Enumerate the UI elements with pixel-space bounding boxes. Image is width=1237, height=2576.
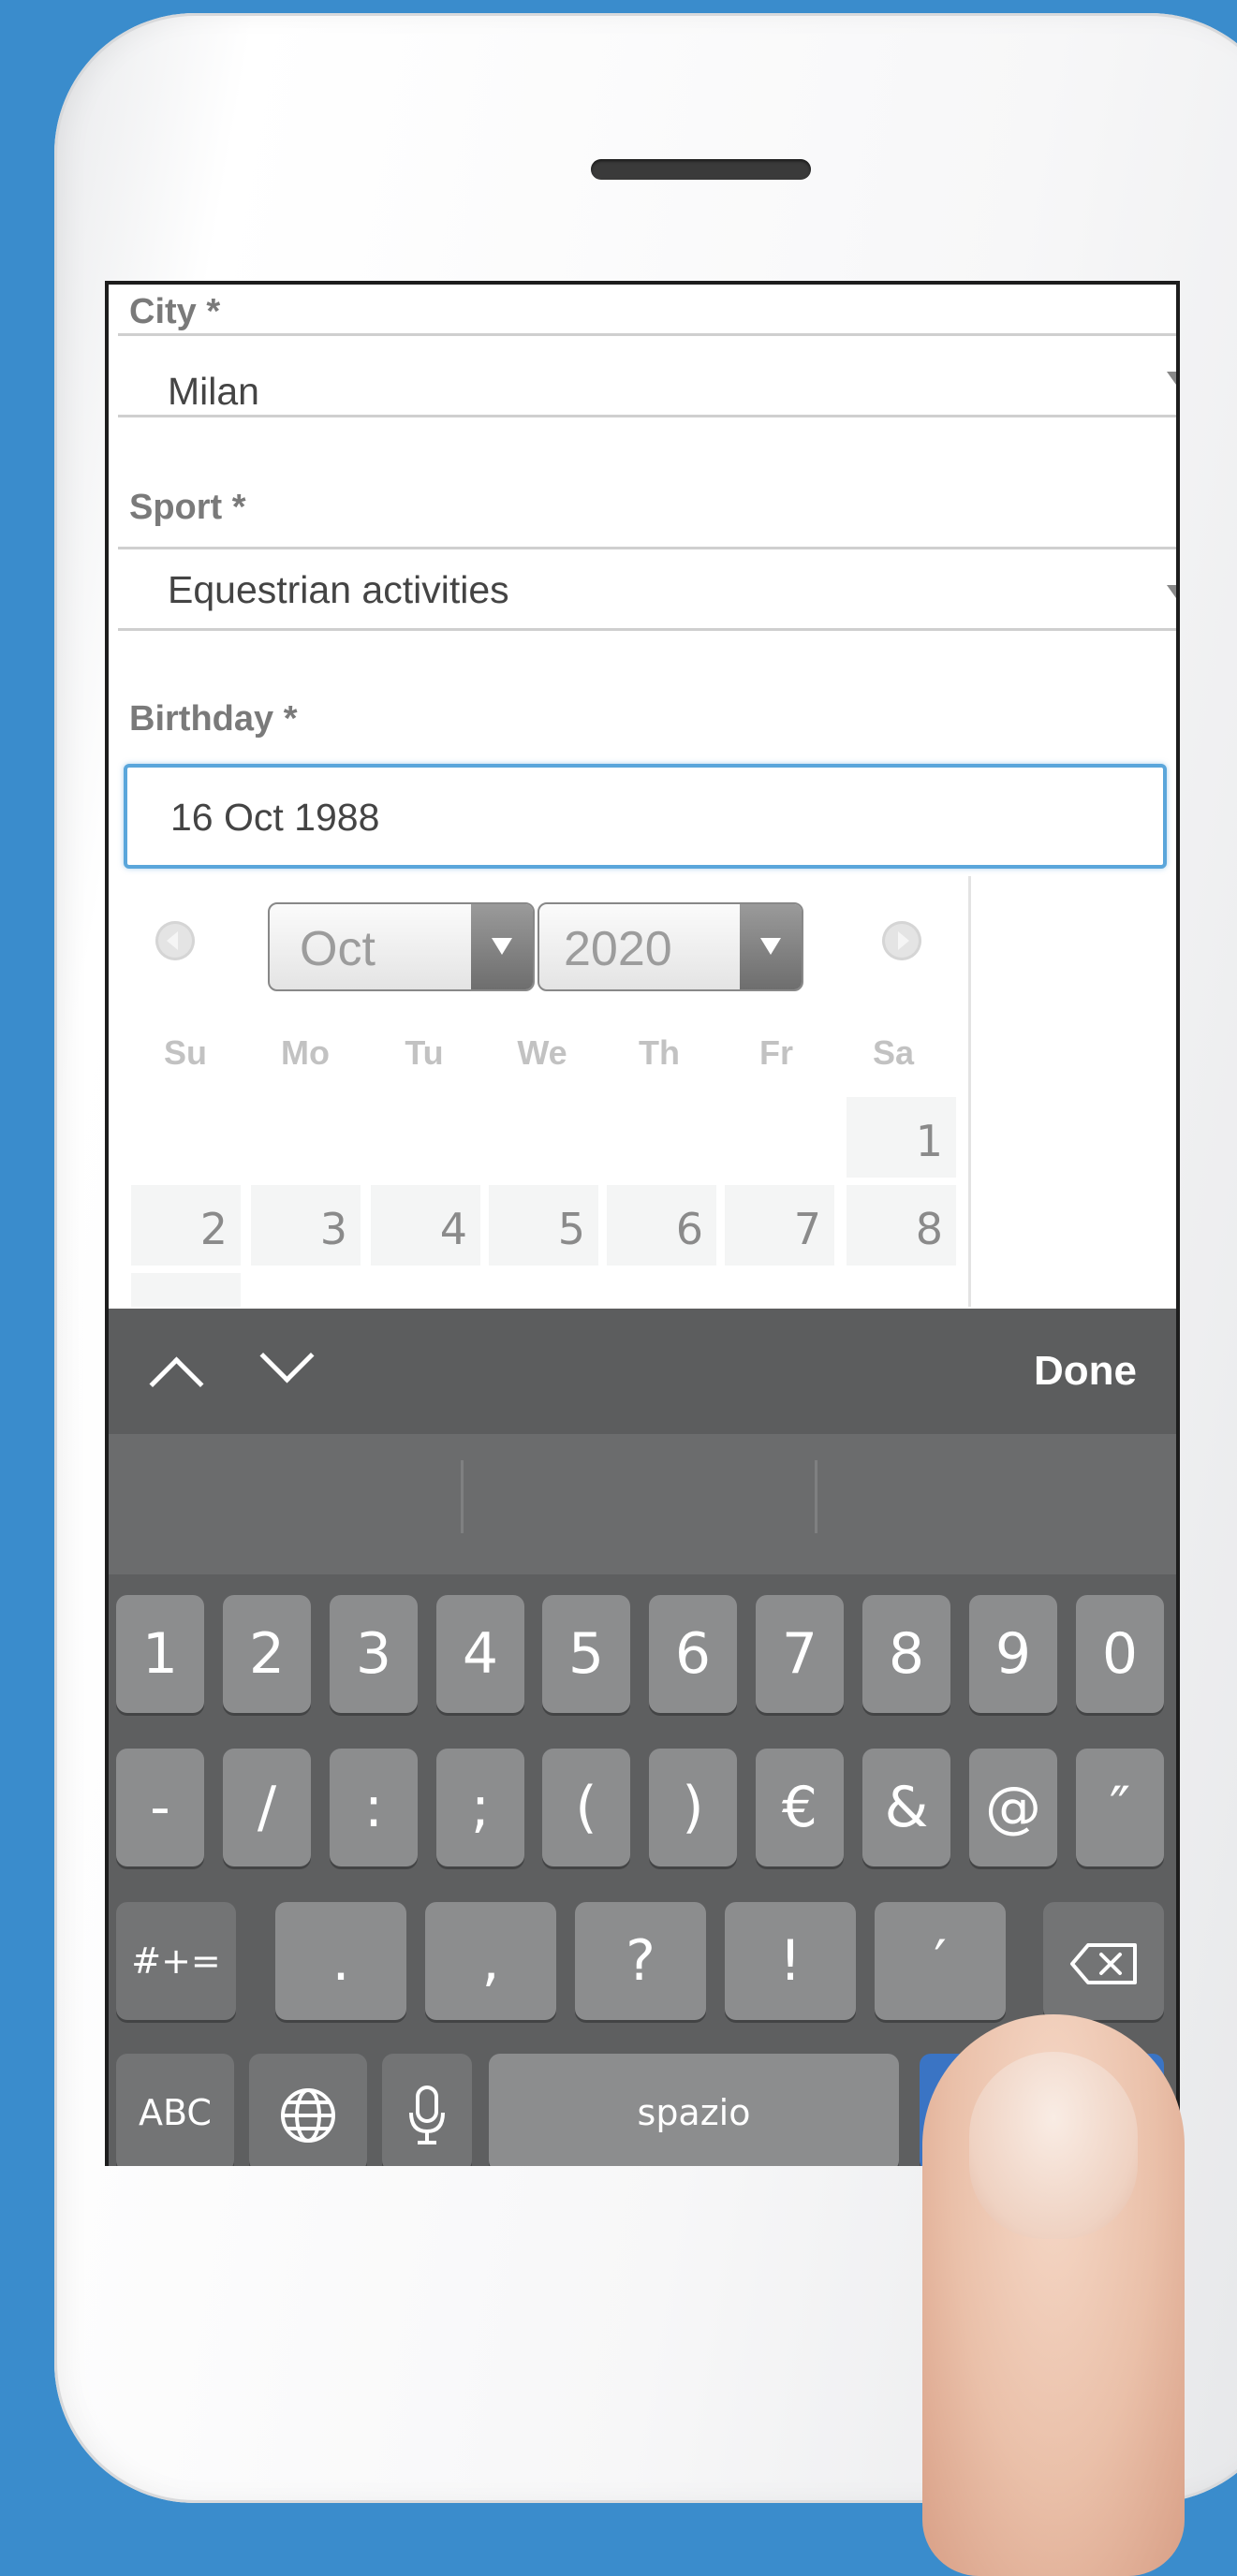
weekday-header: Tu [405, 1033, 444, 1072]
weekday-header: Mo [281, 1033, 330, 1072]
dropdown-arrow-icon [1167, 372, 1176, 385]
key-3[interactable]: 3 [330, 1595, 418, 1713]
birthday-input[interactable]: 16 Oct 1988 [124, 764, 1167, 869]
month-select[interactable]: Oct [268, 902, 535, 991]
key-comma[interactable]: , [425, 1902, 556, 2020]
phone-speaker [591, 159, 811, 180]
weekday-header: Fr [759, 1033, 793, 1072]
weekday-header: We [517, 1033, 567, 1072]
key-6[interactable]: 6 [649, 1595, 737, 1713]
calendar-day[interactable]: 2 [131, 1185, 241, 1266]
year-select-value: 2020 [564, 922, 672, 976]
next-month-icon[interactable] [882, 921, 921, 960]
microphone-key[interactable] [382, 2054, 472, 2166]
globe-icon [281, 2088, 335, 2144]
key-9[interactable]: 9 [969, 1595, 1057, 1713]
key-euro[interactable]: € [756, 1749, 844, 1866]
finger-image [922, 2014, 1185, 2576]
key-question[interactable]: ? [575, 1902, 706, 2020]
space-key[interactable]: spazio [489, 2054, 899, 2166]
key-hyphen[interactable]: - [116, 1749, 204, 1866]
month-dropdown-button[interactable] [471, 904, 533, 989]
key-open-paren[interactable]: ( [542, 1749, 630, 1866]
weekday-header: Sa [872, 1033, 915, 1072]
sport-select[interactable]: Equestrian activities [118, 547, 1176, 631]
chevron-up-icon[interactable] [149, 1356, 204, 1412]
month-select-value: Oct [300, 922, 376, 976]
done-button[interactable]: Done [1034, 1348, 1137, 1395]
calendar-day[interactable]: 4 [371, 1185, 480, 1266]
calendar-day[interactable]: 1 [847, 1097, 956, 1178]
year-dropdown-button[interactable] [740, 904, 802, 989]
calendar-day[interactable]: 8 [847, 1185, 956, 1266]
key-close-paren[interactable]: ) [649, 1749, 737, 1866]
calendar-day[interactable]: 6 [607, 1185, 716, 1266]
prev-month-icon[interactable] [155, 921, 195, 960]
key-at[interactable]: @ [969, 1749, 1057, 1866]
calendar-day[interactable]: 3 [251, 1185, 361, 1266]
city-select-value: Milan [168, 370, 259, 413]
year-select[interactable]: 2020 [538, 902, 803, 991]
suggestion-divider [815, 1460, 817, 1533]
key-apostrophe[interactable]: ′ [875, 1902, 1006, 2020]
key-7[interactable]: 7 [756, 1595, 844, 1713]
phone-screen: City * Milan Sport * Equestrian activiti… [105, 281, 1180, 2166]
key-double-quote[interactable]: ″ [1076, 1749, 1164, 1866]
calendar-day[interactable]: 5 [489, 1185, 598, 1266]
birthday-input-value: 16 Oct 1988 [170, 796, 380, 839]
city-select[interactable]: Milan [118, 333, 1176, 417]
dropdown-arrow-icon [1167, 585, 1176, 598]
key-2[interactable]: 2 [223, 1595, 311, 1713]
chevron-down-icon[interactable] [259, 1328, 315, 1383]
globe-key[interactable] [249, 2054, 367, 2166]
key-8[interactable]: 8 [862, 1595, 950, 1713]
key-1[interactable]: 1 [116, 1595, 204, 1713]
key-period[interactable]: . [275, 1902, 406, 2020]
backspace-icon [1069, 1943, 1137, 1985]
weekday-header: Su [163, 1033, 207, 1072]
key-5[interactable]: 5 [542, 1595, 630, 1713]
calendar-day[interactable]: 7 [725, 1185, 834, 1266]
datepicker: Oct 2020 Su Mo Tu We Th Fr Sa 1 2 3 4 5 … [118, 876, 971, 1307]
weekday-header: Th [639, 1033, 680, 1072]
key-0[interactable]: 0 [1076, 1595, 1164, 1713]
key-exclamation[interactable]: ! [725, 1902, 856, 2020]
suggestion-bar [109, 1434, 1176, 1574]
key-4[interactable]: 4 [436, 1595, 524, 1713]
keyboard-toolbar: Done [109, 1309, 1176, 1434]
abc-key[interactable]: ABC [116, 2054, 234, 2166]
key-semicolon[interactable]: ; [436, 1749, 524, 1866]
suggestion-divider [461, 1460, 464, 1533]
key-ampersand[interactable]: & [862, 1749, 950, 1866]
city-label: City * [129, 292, 221, 331]
birthday-label: Birthday * [129, 699, 298, 739]
microphone-icon [409, 2086, 445, 2145]
calendar-day-row-partial [131, 1273, 241, 1307]
fingernail [969, 2052, 1138, 2239]
sport-label: Sport * [129, 488, 246, 527]
key-colon[interactable]: : [330, 1749, 418, 1866]
key-symbols-toggle[interactable]: #+= [116, 1902, 236, 2020]
backspace-key[interactable] [1043, 1902, 1164, 2020]
sport-select-value: Equestrian activities [168, 568, 509, 611]
key-slash[interactable]: / [223, 1749, 311, 1866]
